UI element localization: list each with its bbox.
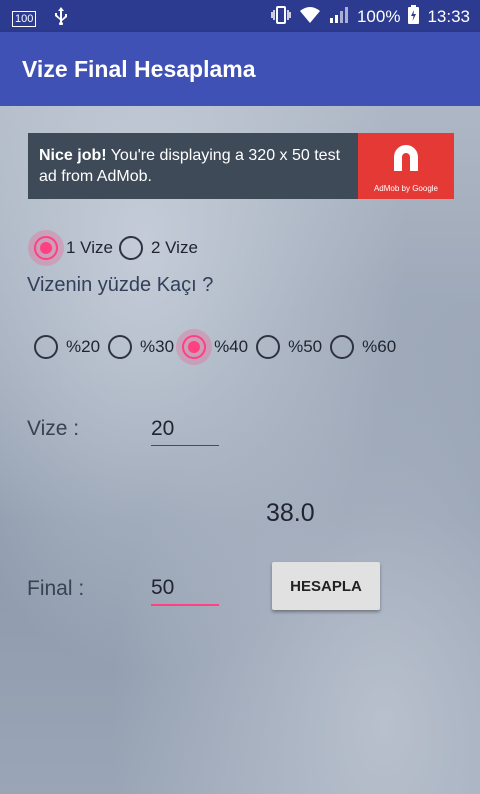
usb-icon xyxy=(54,7,68,30)
status-time: 13:33 xyxy=(427,7,470,26)
ad-headline: Nice job! xyxy=(39,147,107,164)
calculate-button[interactable]: HESAPLA xyxy=(272,562,380,610)
wifi-icon xyxy=(299,6,321,29)
admob-logo: AdMob by Google xyxy=(358,133,454,199)
radio-percent-30[interactable] xyxy=(102,329,138,365)
notification-100-icon: 100 xyxy=(12,10,37,27)
radio-percent-40[interactable] xyxy=(176,329,213,365)
vize-input[interactable]: 20 xyxy=(151,417,219,446)
radio-percent-60-label: %60 xyxy=(362,337,397,356)
result-value: 38.0 xyxy=(266,499,315,527)
radio-percent-30-label: %30 xyxy=(140,337,175,356)
final-label: Final : xyxy=(27,577,85,600)
admob-icon xyxy=(394,145,418,171)
final-input[interactable]: 50 xyxy=(151,576,219,606)
ad-text: Nice job! You're displaying a 320 x 50 t… xyxy=(39,145,359,187)
app-title: Vize Final Hesaplama xyxy=(22,56,256,82)
radio-percent-20-label: %20 xyxy=(66,337,101,356)
percent-question: Vizenin yüzde Kaçı ? xyxy=(27,274,214,296)
vibrate-icon xyxy=(271,5,291,29)
main-content: Nice job! You're displaying a 320 x 50 t… xyxy=(0,106,480,794)
radio-2-vize[interactable] xyxy=(113,230,149,266)
radio-percent-50[interactable] xyxy=(250,329,286,365)
admob-caption: AdMob by Google xyxy=(373,184,439,193)
vize-count-group: 1 Vize 2 Vize xyxy=(28,230,198,266)
radio-2-vize-label: 2 Vize xyxy=(150,238,198,257)
app-bar: Vize Final Hesaplama xyxy=(0,32,480,106)
radio-1-vize[interactable] xyxy=(28,230,64,266)
radio-percent-40-label: %40 xyxy=(214,337,249,356)
radio-percent-50-label: %50 xyxy=(288,337,323,356)
radio-percent-20[interactable] xyxy=(28,329,64,365)
signal-icon xyxy=(329,6,349,29)
battery-percent: 100% xyxy=(356,7,401,26)
ad-banner[interactable]: Nice job! You're displaying a 320 x 50 t… xyxy=(28,133,454,199)
vize-label: Vize : xyxy=(27,417,80,440)
status-bar: 100 100% 13:33 xyxy=(0,0,480,32)
percent-group: %20 %30 %40 %50 %60 xyxy=(28,329,396,365)
radio-percent-60[interactable] xyxy=(324,329,360,365)
battery-icon xyxy=(408,5,420,29)
radio-1-vize-label: 1 Vize xyxy=(66,238,113,257)
